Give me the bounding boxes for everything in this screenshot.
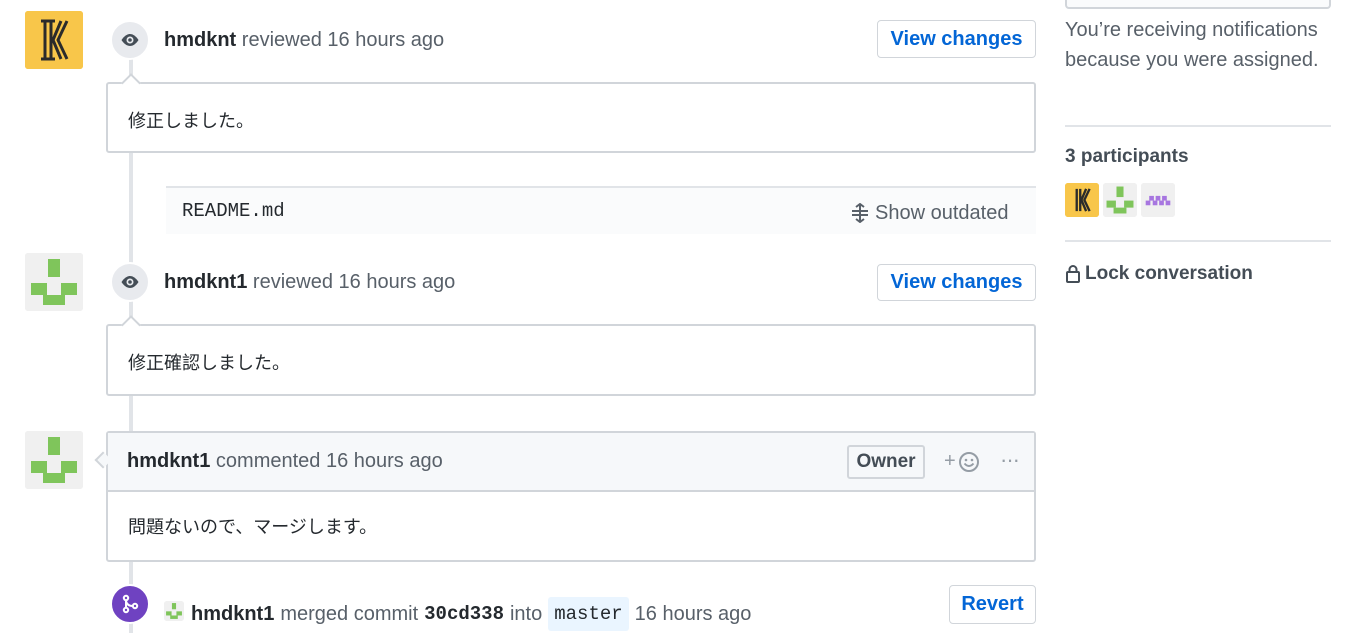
eye-icon	[110, 262, 150, 302]
review-body-1: 修正しました。	[106, 82, 1036, 153]
eye-icon	[110, 20, 150, 60]
comment-header-text: hmdknt1 commented 16 hours ago	[127, 450, 443, 473]
participants-heading: 3 participants	[1065, 146, 1189, 167]
avatar-hmdknt1[interactable]	[25, 253, 83, 311]
avatar-hmdknt1-small[interactable]	[164, 601, 184, 621]
commit-sha-link[interactable]: 30cd338	[424, 603, 504, 625]
into-label: into	[509, 602, 543, 625]
show-outdated-button[interactable]: Show outdated	[875, 202, 1008, 225]
view-changes-button[interactable]: View changes	[877, 20, 1036, 58]
review-header-1: hmdknt reviewed 16 hours ago	[164, 29, 444, 52]
comment-box: hmdknt1 commented 16 hours ago Owner + ·…	[106, 431, 1036, 562]
comment-text: 問題ないので、マージします。	[128, 517, 378, 537]
file-name[interactable]: README.md	[182, 200, 285, 222]
lock-conversation-button[interactable]: Lock conversation	[1065, 263, 1253, 285]
author-link[interactable]: hmdknt1	[127, 450, 210, 472]
file-header: README.md Show outdated	[166, 186, 1036, 234]
event-action: merged commit	[280, 602, 419, 625]
comment-header: hmdknt1 commented 16 hours ago Owner + ·…	[108, 433, 1034, 492]
lock-icon	[1066, 265, 1080, 283]
event-time[interactable]: 16 hours ago	[339, 271, 456, 293]
smiley-icon	[958, 451, 979, 472]
subscribe-button[interactable]	[1065, 0, 1331, 9]
event-time[interactable]: 16 hours ago	[327, 29, 444, 51]
notification-reason: You’re receiving notifications because y…	[1065, 19, 1319, 71]
event-time[interactable]: 16 hours ago	[635, 603, 752, 626]
participant-avatar-hmdknt1[interactable]	[1103, 183, 1137, 217]
owner-badge: Owner	[847, 445, 925, 479]
plus-label: +	[944, 450, 956, 472]
avatar-hmdknt[interactable]	[25, 11, 83, 69]
author-link[interactable]: hmdknt	[164, 29, 236, 51]
merge-event-text: hmdknt1 merged commit 30cd338 into maste…	[191, 597, 751, 631]
avatar-hmdknt1[interactable]	[25, 431, 83, 489]
git-merge-icon	[110, 584, 150, 624]
event-action: reviewed	[241, 29, 322, 51]
event-action: reviewed	[252, 271, 333, 293]
author-link[interactable]: hmdknt1	[164, 271, 247, 293]
event-time[interactable]: 16 hours ago	[326, 450, 443, 472]
sidebar-divider	[1065, 125, 1331, 127]
unfold-icon	[850, 202, 870, 228]
view-changes-button[interactable]: View changes	[877, 264, 1036, 301]
sidebar-divider	[1065, 240, 1331, 242]
more-options-button[interactable]: ···	[1000, 447, 1020, 473]
lock-label: Lock conversation	[1085, 263, 1253, 284]
review-body-2: 修正確認しました。	[106, 324, 1036, 396]
review-header-2: hmdknt1 reviewed 16 hours ago	[164, 271, 455, 294]
participant-avatar-third[interactable]	[1141, 183, 1175, 217]
revert-button[interactable]: Revert	[949, 585, 1036, 624]
comment-text: 修正しました。	[128, 111, 254, 131]
participant-avatar-hmdknt[interactable]	[1065, 183, 1099, 217]
add-reaction-button[interactable]: +	[944, 450, 980, 473]
branch-name[interactable]: master	[548, 597, 629, 631]
author-link[interactable]: hmdknt1	[191, 603, 274, 626]
comment-text: 修正確認しました。	[128, 353, 290, 373]
event-action: commented	[215, 450, 321, 472]
